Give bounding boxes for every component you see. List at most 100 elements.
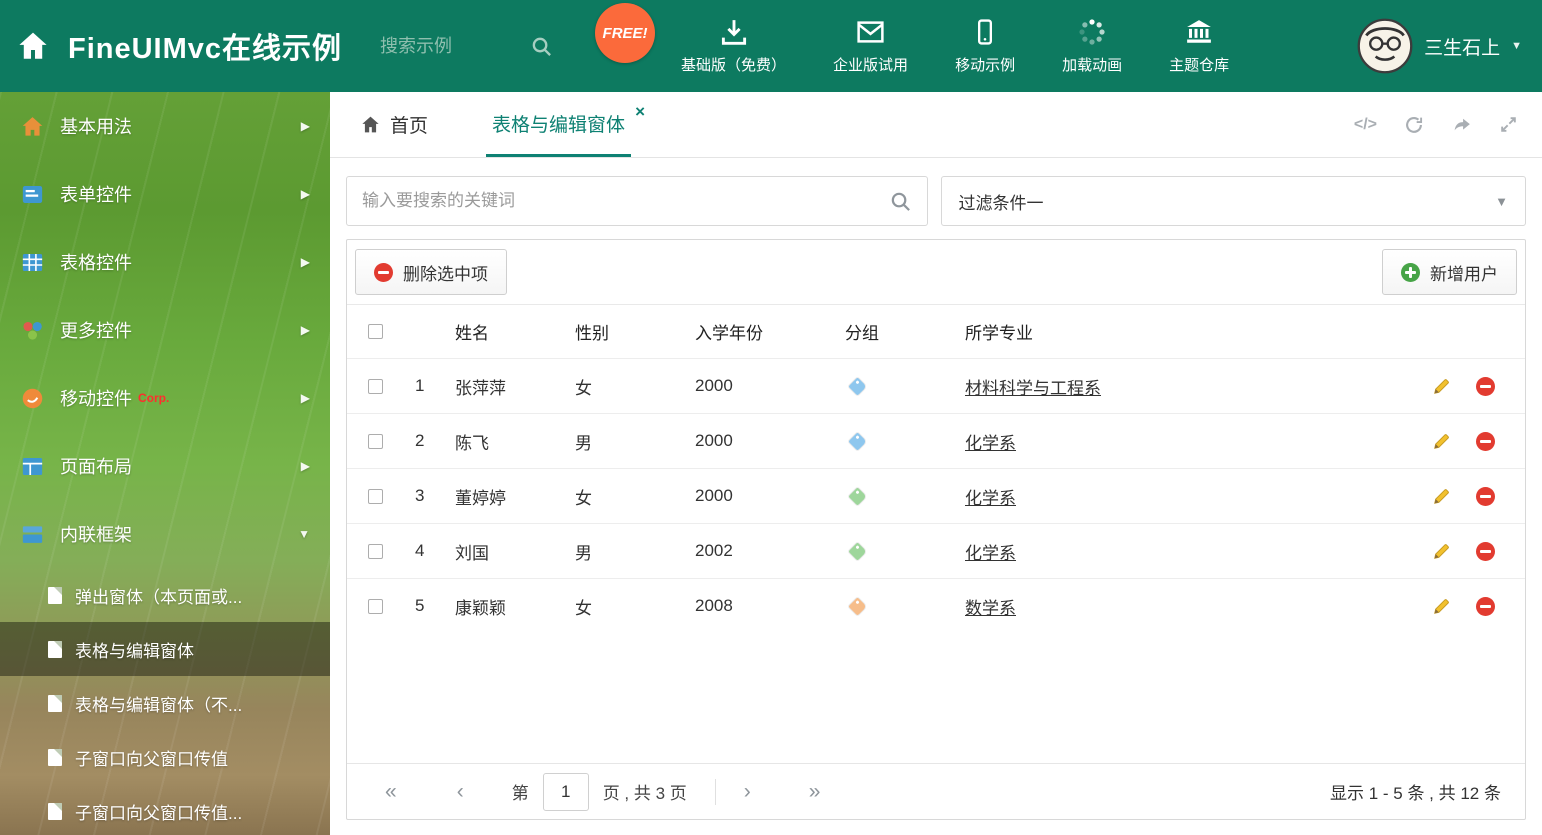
major-link[interactable]: 数学系 bbox=[965, 594, 1016, 619]
column-name[interactable]: 姓名 bbox=[455, 319, 575, 344]
add-user-label: 新增用户 bbox=[1430, 264, 1498, 284]
user-menu[interactable]: 三生石上 ▼ bbox=[1357, 18, 1522, 74]
file-icon bbox=[48, 748, 62, 766]
delete-icon[interactable] bbox=[1476, 486, 1495, 506]
nav-item-loading-animation[interactable]: 加载动画 bbox=[1062, 17, 1122, 75]
tab-grid-edit-window[interactable]: 表格与编辑窗体 × bbox=[486, 92, 645, 157]
keyword-search-input[interactable] bbox=[362, 191, 889, 211]
nav-item-label: 移动示例 bbox=[955, 57, 1016, 74]
column-major[interactable]: 所学专业 bbox=[965, 319, 1401, 344]
edit-icon[interactable] bbox=[1432, 432, 1451, 451]
delete-selected-button[interactable]: 删除选中项 bbox=[355, 249, 507, 295]
corp-badge: Corp. bbox=[138, 391, 170, 405]
file-icon bbox=[48, 694, 62, 712]
sidebar-submenu: 弹出窗体（本页面或... 表格与编辑窗体 表格与编辑窗体（不... 子窗口向父窗… bbox=[0, 568, 330, 835]
sidebar-subitem[interactable]: 表格与编辑窗体（不... bbox=[0, 676, 330, 730]
sidebar-subitem-label: 表格与编辑窗体（不... bbox=[75, 695, 243, 715]
cell-enrollment-year: 2008 bbox=[695, 596, 733, 615]
filter-dropdown[interactable]: 过滤条件一 ▼ bbox=[940, 176, 1526, 226]
prev-page-icon[interactable]: ‹ bbox=[457, 781, 464, 802]
home-icon[interactable] bbox=[16, 29, 50, 63]
chevron-right-icon: ▶ bbox=[300, 119, 310, 133]
sidebar-item-basic-usage[interactable]: 基本用法 ▶ bbox=[0, 92, 330, 160]
row-checkbox[interactable] bbox=[368, 488, 383, 504]
delete-icon[interactable] bbox=[1476, 596, 1495, 616]
search-icon[interactable] bbox=[889, 190, 912, 213]
share-icon[interactable] bbox=[1451, 115, 1472, 134]
bank-icon bbox=[1183, 17, 1215, 47]
page-number-input[interactable] bbox=[542, 772, 589, 811]
expand-icon[interactable] bbox=[1499, 115, 1518, 134]
row-checkbox[interactable] bbox=[368, 598, 383, 614]
nav-item-basic-edition[interactable]: 基础版（免费） bbox=[681, 17, 786, 75]
filter-row: 过滤条件一 ▼ bbox=[346, 176, 1526, 226]
major-link[interactable]: 化学系 bbox=[965, 539, 1016, 564]
sidebar: 基本用法 ▶ 表单控件 ▶ 表格控件 ▶ 更多控件 ▶ 移动控件 Corp. ▶… bbox=[0, 92, 330, 835]
row-checkbox[interactable] bbox=[368, 378, 383, 394]
sidebar-item-grid-controls[interactable]: 表格控件 ▶ bbox=[0, 228, 330, 296]
refresh-icon[interactable] bbox=[1404, 115, 1424, 135]
table-header: 姓名 性别 入学年份 分组 所学专业 bbox=[347, 304, 1525, 358]
sidebar-item-label: 更多控件 bbox=[60, 321, 132, 341]
keyword-search-box bbox=[346, 176, 928, 226]
sidebar-item-label: 移动控件 bbox=[60, 389, 132, 409]
edit-icon[interactable] bbox=[1432, 542, 1451, 561]
nav-item-theme-store[interactable]: 主题仓库 bbox=[1169, 17, 1229, 75]
source-code-icon[interactable]: </> bbox=[1354, 116, 1377, 134]
sidebar-subitem-label: 表格与编辑窗体 bbox=[75, 641, 194, 661]
table-body: 1 张萍萍 女 2000 材料科学与工程系 2 陈飞 男 2000 化学系 3 … bbox=[347, 358, 1525, 763]
row-index: 1 bbox=[415, 376, 425, 395]
nav-item-mobile-demo[interactable]: 移动示例 bbox=[955, 17, 1015, 75]
header-search-input[interactable] bbox=[380, 35, 531, 57]
column-enrollment-year[interactable]: 入学年份 bbox=[695, 319, 845, 344]
major-link[interactable]: 化学系 bbox=[965, 429, 1016, 454]
sidebar-subitem[interactable]: 弹出窗体（本页面或... bbox=[0, 568, 330, 622]
shapes-icon bbox=[20, 318, 45, 343]
pagination-divider bbox=[714, 778, 716, 805]
first-page-icon[interactable]: « bbox=[385, 781, 397, 802]
avatar bbox=[1357, 18, 1413, 74]
sidebar-item-label: 页面布局 bbox=[60, 457, 132, 477]
search-icon[interactable] bbox=[530, 35, 553, 58]
sidebar-item-mobile-controls[interactable]: 移动控件 Corp. ▶ bbox=[0, 364, 330, 432]
last-page-icon[interactable]: » bbox=[809, 781, 821, 802]
sidebar-item-form-controls[interactable]: 表单控件 ▶ bbox=[0, 160, 330, 228]
select-all-checkbox[interactable] bbox=[368, 324, 383, 339]
nav-item-enterprise-trial[interactable]: 企业版试用 bbox=[833, 17, 908, 75]
row-checkbox[interactable] bbox=[368, 543, 383, 559]
mail-icon bbox=[855, 17, 886, 47]
edit-icon[interactable] bbox=[1432, 377, 1451, 396]
sidebar-subitem[interactable]: 子窗口向父窗口传值 bbox=[0, 730, 330, 784]
table-row: 3 董婷婷 女 2000 化学系 bbox=[347, 468, 1525, 523]
major-link[interactable]: 材料科学与工程系 bbox=[965, 374, 1101, 399]
delete-icon[interactable] bbox=[1476, 541, 1495, 561]
tab-home[interactable]: 首页 bbox=[360, 92, 428, 157]
delete-icon[interactable] bbox=[1476, 376, 1495, 396]
sidebar-item-label: 表单控件 bbox=[60, 185, 132, 205]
home-icon bbox=[360, 114, 381, 135]
sidebar-item-iframe[interactable]: 内联框架 ▼ bbox=[0, 500, 330, 568]
next-page-icon[interactable]: › bbox=[744, 781, 751, 802]
delete-icon[interactable] bbox=[1476, 431, 1495, 451]
column-gender[interactable]: 性别 bbox=[575, 319, 695, 344]
sidebar-item-page-layout[interactable]: 页面布局 ▶ bbox=[0, 432, 330, 500]
user-name: 三生石上 bbox=[1424, 37, 1501, 59]
sidebar-item-more-controls[interactable]: 更多控件 ▶ bbox=[0, 296, 330, 364]
cell-name: 董婷婷 bbox=[455, 488, 506, 508]
edit-icon[interactable] bbox=[1432, 597, 1451, 616]
chevron-down-icon: ▼ bbox=[1495, 193, 1508, 209]
page-suffix: 页 , 共 3 页 bbox=[602, 784, 687, 803]
frames-icon bbox=[20, 522, 45, 547]
close-icon[interactable]: × bbox=[635, 103, 645, 120]
edit-icon[interactable] bbox=[1432, 487, 1451, 506]
app-header: FineUIMvc在线示例 FREE! 基础版（免费） 企业版试用 bbox=[0, 0, 1542, 92]
table-row: 4 刘国 男 2002 化学系 bbox=[347, 523, 1525, 578]
column-group[interactable]: 分组 bbox=[845, 319, 965, 344]
major-link[interactable]: 化学系 bbox=[965, 484, 1016, 509]
sidebar-subitem[interactable]: 表格与编辑窗体 bbox=[0, 622, 330, 676]
spinner-icon bbox=[1077, 17, 1107, 47]
row-checkbox[interactable] bbox=[368, 433, 383, 449]
sidebar-subitem[interactable]: 子窗口向父窗口传值... bbox=[0, 784, 330, 835]
chevron-right-icon: ▶ bbox=[300, 323, 310, 337]
add-user-button[interactable]: 新增用户 bbox=[1382, 249, 1517, 295]
